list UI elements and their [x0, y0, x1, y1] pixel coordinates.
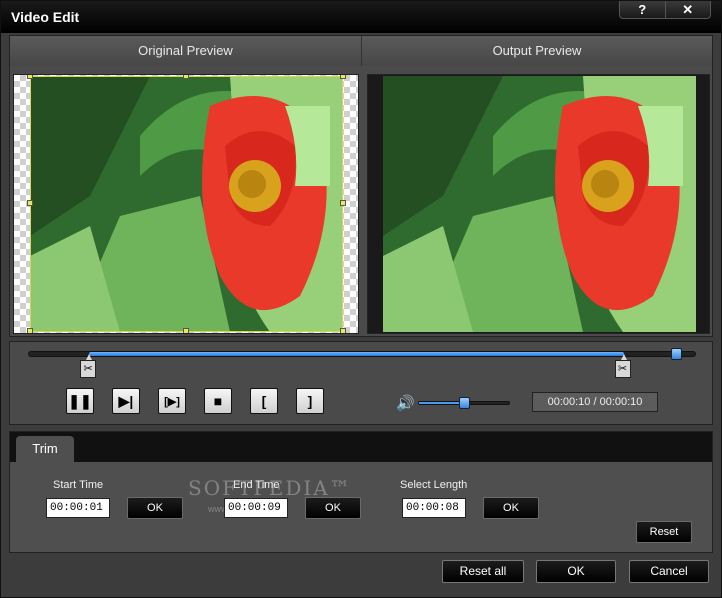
tab-trim[interactable]: Trim	[16, 436, 74, 462]
original-preview-header: Original Preview	[10, 36, 362, 66]
crop-handle-ml[interactable]	[27, 200, 33, 206]
volume-icon[interactable]: 🔊	[396, 394, 415, 412]
original-preview-pane[interactable]	[13, 74, 359, 334]
select-length-label: Select Length	[400, 479, 468, 491]
select-length-ok-button[interactable]: OK	[483, 497, 539, 519]
playhead-slider[interactable]	[670, 348, 682, 360]
select-length-field[interactable]: 00:00:08	[402, 498, 466, 518]
cancel-button[interactable]: Cancel	[629, 560, 709, 583]
trim-end-scissors-icon[interactable]: ✂	[614, 354, 631, 378]
mark-in-button[interactable]: [	[250, 388, 278, 414]
window-title: Video Edit	[11, 9, 80, 25]
video-edit-window: Video Edit ? ✕ Original Preview Output P…	[0, 0, 722, 598]
pause-button[interactable]: ❚❚	[66, 388, 94, 414]
play-segment-icon: [▶]	[164, 395, 180, 408]
crop-handle-tc[interactable]	[183, 75, 189, 79]
crop-rectangle[interactable]	[30, 76, 343, 332]
start-time-ok-button[interactable]: OK	[127, 497, 183, 519]
crop-handle-bc[interactable]	[183, 328, 189, 333]
reset-all-button[interactable]: Reset all	[442, 560, 524, 583]
playback-panel: ✂ ✂ ❚❚ ▶| [▶] ■ [ ] 🔊 00:00:10 / 00:00:1…	[9, 341, 713, 425]
output-preview-header: Output Preview	[362, 36, 712, 66]
end-time-label: End Time	[233, 479, 280, 491]
window-controls: ? ✕	[619, 1, 711, 19]
crop-handle-br[interactable]	[340, 328, 346, 333]
timeline-track[interactable]	[28, 348, 696, 360]
mark-out-icon: ]	[307, 393, 313, 409]
trim-panel: Trim SOFTPEDIA™ www.softpedia.com Start …	[9, 431, 713, 553]
crop-handle-tr[interactable]	[340, 75, 346, 79]
crop-handle-bl[interactable]	[27, 328, 33, 333]
help-button[interactable]: ?	[620, 1, 666, 18]
mark-out-button[interactable]: ]	[296, 388, 324, 414]
volume-knob[interactable]	[459, 397, 470, 409]
mark-in-icon: [	[261, 393, 267, 409]
preview-area: Original Preview Output Preview	[9, 35, 713, 337]
playback-controls: ❚❚ ▶| [▶] ■ [ ]	[66, 388, 324, 414]
play-segment-button[interactable]: [▶]	[158, 388, 186, 414]
stop-icon: ■	[213, 393, 223, 409]
pause-icon: ❚❚	[68, 392, 92, 409]
output-preview-pane	[367, 74, 710, 334]
crop-handle-mr[interactable]	[340, 200, 346, 206]
next-frame-button[interactable]: ▶|	[112, 388, 140, 414]
trim-start-scissors-icon[interactable]: ✂	[80, 354, 97, 378]
trim-tab-bar: Trim	[10, 432, 712, 462]
start-time-label: Start Time	[53, 479, 104, 491]
trim-range-fill	[89, 352, 624, 356]
volume-slider[interactable]	[418, 397, 510, 409]
next-frame-icon: ▶|	[118, 392, 134, 409]
reset-button[interactable]: Reset	[636, 521, 692, 543]
stop-button[interactable]: ■	[204, 388, 232, 414]
end-time-ok-button[interactable]: OK	[305, 497, 361, 519]
output-video-frame	[383, 76, 696, 332]
end-time-field[interactable]: 00:00:09	[224, 498, 288, 518]
close-button[interactable]: ✕	[666, 1, 711, 18]
ok-button[interactable]: OK	[536, 560, 616, 583]
crop-handle-tl[interactable]	[27, 75, 33, 79]
title-bar: Video Edit ? ✕	[1, 1, 721, 33]
start-time-field[interactable]: 00:00:01	[46, 498, 110, 518]
time-display: 00:00:10 / 00:00:10	[532, 392, 658, 412]
